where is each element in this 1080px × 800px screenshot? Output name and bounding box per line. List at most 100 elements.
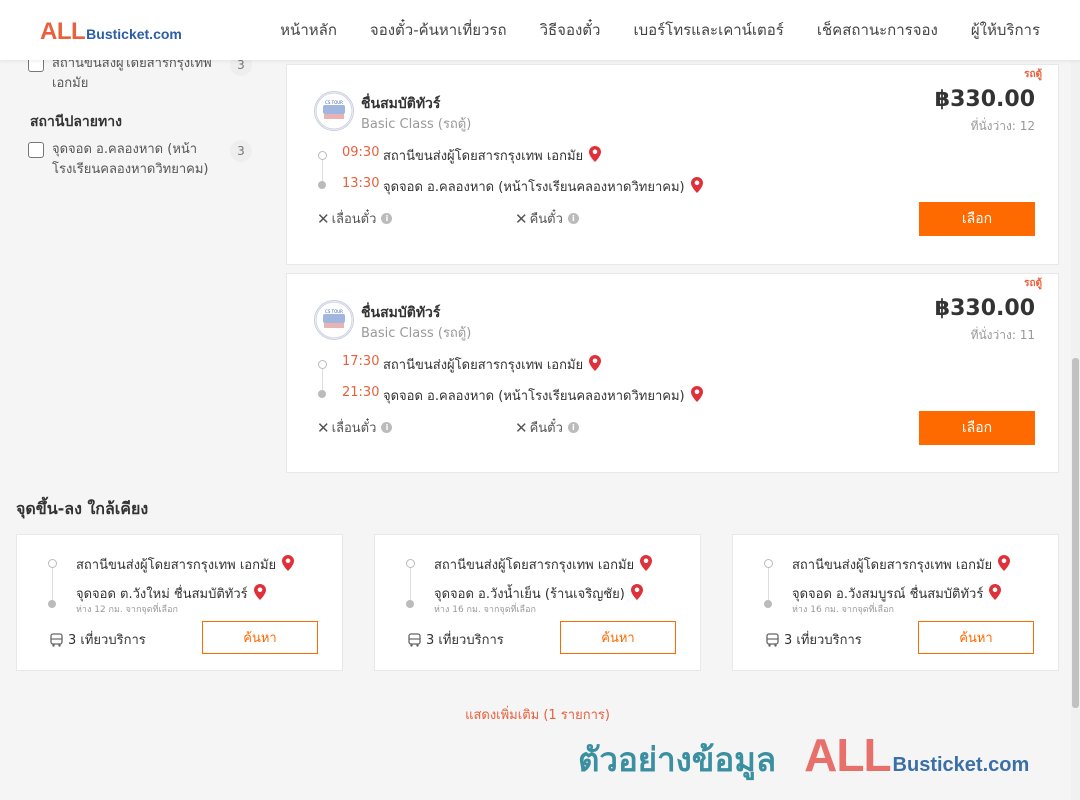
info-icon[interactable]: i (567, 422, 579, 433)
nearby-stops-heading: จุดขึ้น-ลง ใกล้เคียง (16, 499, 149, 518)
nearby-distance: ห่าง 16 กม. จากจุดที่เลือก (792, 605, 894, 615)
arrival-dot (764, 600, 772, 608)
nearby-search-button[interactable]: ค้นหา (918, 621, 1034, 654)
page-scrollbar[interactable] (1071, 0, 1080, 800)
top-header: ALL Busticket.com หน้าหลัก จองตั๋ว-ค้นหา… (0, 0, 1080, 60)
nearby-to-label: จุดจอด อ.วังน้ำเย็น (ร้านเจริญชัย) (434, 587, 625, 602)
map-pin-icon[interactable] (253, 583, 266, 604)
arrival-place: จุดจอด อ.คลองหาด (หน้าโรงเรียนคลองหาดวิท… (383, 385, 703, 406)
departure-place: สถานีขนส่งผู้โดยสารกรุงเทพ เอกมัย (383, 145, 602, 166)
vehicle-type-tag: รถตู้ (1024, 69, 1042, 80)
operator-name: ชื่นสมบัติทัวร์ (361, 96, 441, 112)
logo-domain-text: Busticket.com (86, 26, 182, 42)
main-nav: หน้าหลัก จองตั๋ว-ค้นหาเที่ยวรถ วิธีจองตั… (247, 0, 1040, 60)
departure-dot (406, 559, 415, 568)
sample-data-watermark: ตัวอย่างข้อมูล ALL Busticket.com (578, 728, 1029, 786)
arrival-place-label: จุดจอด อ.คลองหาด (หน้าโรงเรียนคลองหาดวิท… (383, 389, 685, 404)
bus-icon (766, 632, 779, 647)
nearby-distance: ห่าง 16 กม. จากจุดที่เลือก (434, 605, 536, 615)
departure-place: สถานีขนส่งผู้โดยสารกรุงเทพ เอกมัย (383, 354, 602, 375)
nav-contacts[interactable]: เบอร์โทรและเคาน์เตอร์ (633, 18, 783, 42)
departure-place-label: สถานีขนส่งผู้โดยสารกรุงเทพ เอกมัย (383, 149, 584, 164)
route-line (410, 565, 411, 605)
nearby-trip-count-label: 3 เที่ยวบริการ (426, 633, 504, 648)
bus-class: Basic Class (รถตู้) (361, 326, 472, 341)
nearby-from: สถานีขนส่งผู้โดยสารกรุงเทพ เอกมัย (434, 554, 653, 575)
bus-class: Basic Class (รถตู้) (361, 117, 472, 132)
site-logo[interactable]: ALL Busticket.com (40, 18, 182, 46)
cross-icon: ✕ (317, 418, 330, 437)
show-more-link[interactable]: แสดงเพิ่มเติม (1 รายการ) (0, 704, 1075, 725)
departure-dot (764, 559, 773, 568)
departure-dot (318, 360, 327, 369)
watermark-text: ตัวอย่างข้อมูล (578, 740, 777, 779)
vehicle-type-tag: รถตู้ (1024, 278, 1042, 289)
change-ticket-label: เลื่อนตั๋ว (331, 421, 377, 436)
bus-icon (408, 632, 421, 647)
cross-icon: ✕ (515, 209, 528, 228)
filter-dest-checkbox[interactable] (28, 142, 44, 158)
refund-ticket-label: คืนตั๋ว (529, 212, 563, 227)
nearby-search-button[interactable]: ค้นหา (202, 621, 318, 654)
nearby-trip-count: 3 เที่ยวบริการ (766, 629, 862, 650)
scrollbar-thumb[interactable] (1072, 358, 1079, 708)
ticket-price: ฿330.00 (934, 296, 1035, 321)
trip-card: รถตู้ CS TOUR ชื่นสมบัติทัวร์ Basic Clas… (286, 64, 1059, 265)
filter-dest-label: จุดจอด อ.คลองหาด (หน้าโรงเรียนคลองหาดวิท… (52, 142, 209, 177)
watermark-logo-all: ALL (804, 729, 891, 781)
arrival-time: 13:30 (342, 176, 380, 191)
map-pin-icon[interactable] (998, 554, 1011, 575)
svg-text:CS TOUR: CS TOUR (325, 100, 343, 105)
map-pin-icon[interactable] (690, 176, 703, 197)
filter-origin-label: สถานีขนส่งผู้โดยสารกรุงเทพ เอกมัย (52, 56, 212, 91)
info-icon[interactable]: i (567, 213, 579, 224)
nav-home[interactable]: หน้าหลัก (280, 18, 337, 42)
map-pin-icon[interactable] (690, 385, 703, 406)
map-pin-icon[interactable] (589, 145, 602, 166)
nearby-stop-card: สถานีขนส่งผู้โดยสารกรุงเทพ เอกมัย จุดจอด… (374, 534, 701, 671)
nearby-trip-count: 3 เที่ยวบริการ (408, 629, 504, 650)
nearby-search-button[interactable]: ค้นหา (560, 621, 676, 654)
route-line (768, 565, 769, 605)
map-pin-icon[interactable] (989, 583, 1002, 604)
nav-check-booking[interactable]: เช็คสถานะการจอง (817, 18, 938, 42)
map-pin-icon[interactable] (630, 583, 643, 604)
info-icon[interactable]: i (381, 422, 393, 433)
nearby-trip-count-label: 3 เที่ยวบริการ (68, 633, 146, 648)
svg-text:CS TOUR: CS TOUR (325, 309, 343, 314)
nearby-to: จุดจอด ต.วังใหม่ ชื่นสมบัติทัวร์ (76, 583, 266, 604)
arrival-dot (406, 600, 414, 608)
nearby-stop-card: สถานีขนส่งผู้โดยสารกรุงเทพ เอกมัย จุดจอด… (16, 534, 343, 671)
select-trip-button[interactable]: เลือก (919, 202, 1035, 236)
departure-dot (48, 559, 57, 568)
nearby-from-label: สถานีขนส่งผู้โดยสารกรุงเทพ เอกมัย (792, 558, 993, 573)
arrival-dot (318, 181, 326, 189)
nav-how-to-book[interactable]: วิธีจองตั๋ว (540, 18, 601, 42)
nearby-from-label: สถานีขนส่งผู้โดยสารกรุงเทพ เอกมัย (76, 558, 277, 573)
cross-icon: ✕ (515, 418, 528, 437)
arrival-dot (48, 600, 56, 608)
arrival-place-label: จุดจอด อ.คลองหาด (หน้าโรงเรียนคลองหาดวิท… (383, 180, 685, 195)
filter-origin-item[interactable]: สถานีขนส่งผู้โดยสารกรุงเทพ เอกมัย (28, 54, 222, 94)
nearby-to: จุดจอด อ.วังสมบูรณ์ ชื่นสมบัติทัวร์ (792, 583, 1002, 604)
logo-all-text: ALL (40, 18, 86, 45)
map-pin-icon[interactable] (640, 554, 653, 575)
departure-dot (318, 151, 327, 160)
nearby-from-label: สถานีขนส่งผู้โดยสารกรุงเทพ เอกมัย (434, 558, 635, 573)
refund-ticket-policy: ✕ คืนตั๋ว i (515, 208, 579, 229)
nearby-to-label: จุดจอด อ.วังสมบูรณ์ ชื่นสมบัติทัวร์ (792, 587, 984, 602)
nearby-to-label: จุดจอด ต.วังใหม่ ชื่นสมบัติทัวร์ (76, 587, 248, 602)
select-trip-button[interactable]: เลือก (919, 411, 1035, 445)
map-pin-icon[interactable] (282, 554, 295, 575)
nav-book-search[interactable]: จองตั๋ว-ค้นหาเที่ยวรถ (370, 18, 507, 42)
nav-operators[interactable]: ผู้ให้บริการ (971, 18, 1040, 42)
route-line (322, 366, 323, 392)
info-icon[interactable]: i (381, 213, 393, 224)
departure-time: 09:30 (342, 145, 380, 160)
filter-dest-count: 3 (230, 140, 252, 162)
refund-ticket-policy: ✕ คืนตั๋ว i (515, 417, 579, 438)
change-ticket-policy: ✕ เลื่อนตั๋ว i (317, 208, 393, 229)
filter-dest-item[interactable]: จุดจอด อ.คลองหาด (หน้าโรงเรียนคลองหาดวิท… (28, 140, 222, 180)
map-pin-icon[interactable] (589, 354, 602, 375)
nearby-stop-card: สถานีขนส่งผู้โดยสารกรุงเทพ เอกมัย จุดจอด… (732, 534, 1059, 671)
